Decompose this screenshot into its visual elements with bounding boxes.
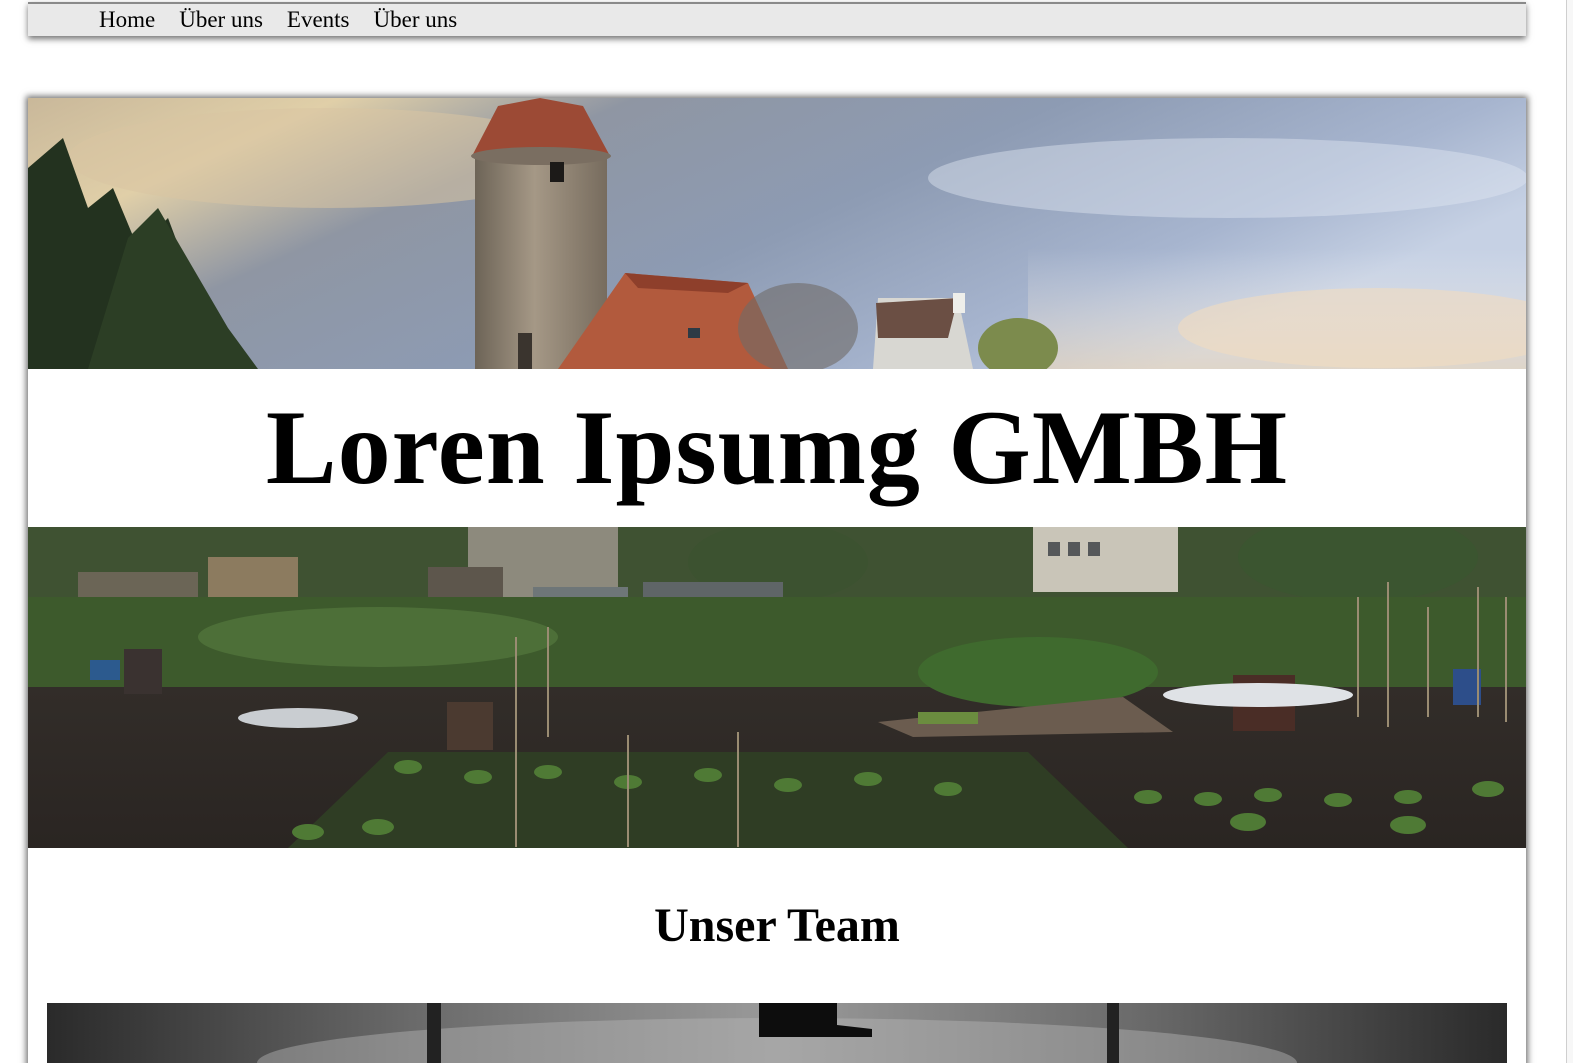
main-card: Loren Ipsumg GMBH Unser Team	[28, 98, 1526, 1063]
team-heading: Unser Team	[654, 899, 900, 952]
nav-link-about[interactable]: Über uns	[179, 5, 263, 35]
title-band: Loren Ipsumg GMBH	[28, 369, 1526, 527]
top-navigation: Home Über uns Events Über uns	[28, 2, 1526, 36]
hero-image-tower	[28, 98, 1526, 369]
team-image	[47, 1003, 1507, 1063]
scrollbar[interactable]	[1566, 0, 1573, 1063]
nav-link-home[interactable]: Home	[99, 5, 155, 35]
page: Home Über uns Events Über uns Loren Ipsu…	[0, 0, 1573, 1063]
hero-image-gardens	[28, 527, 1526, 848]
nav-link-about-2[interactable]: Über uns	[374, 5, 458, 35]
nav-link-events[interactable]: Events	[287, 5, 350, 35]
site-title: Loren Ipsumg GMBH	[265, 389, 1289, 506]
